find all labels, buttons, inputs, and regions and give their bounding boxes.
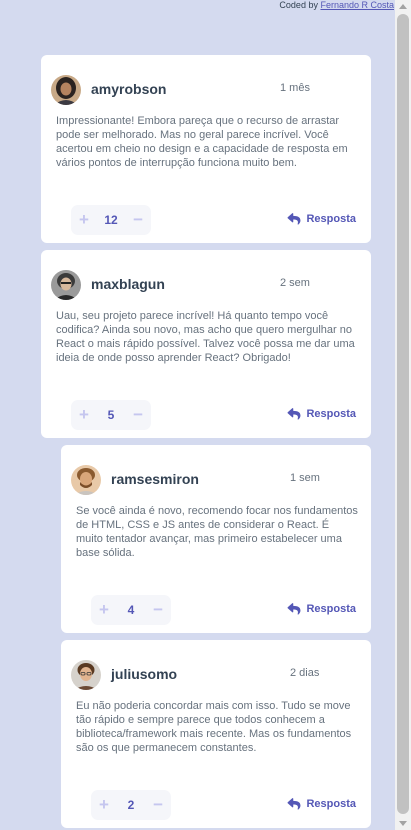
scrollbar-thumb[interactable] [397, 14, 409, 814]
reply-card: ramsesmiron 1 sem Se você ainda é novo, … [61, 445, 371, 633]
timestamp: 1 sem [290, 472, 320, 484]
reply-icon [287, 213, 301, 225]
reply-card: juliusomo 2 dias Eu não poderia concorda… [61, 640, 371, 828]
downvote-button[interactable]: − [133, 205, 143, 235]
timestamp: 2 sem [280, 277, 310, 289]
comment-card: amyrobson 1 mês Impressionante! Embora p… [41, 55, 371, 243]
timestamp: 1 mês [280, 82, 310, 94]
username[interactable]: juliusomo [111, 666, 177, 682]
avatar-maxblagun-icon[interactable] [51, 270, 81, 300]
downvote-button[interactable]: − [133, 400, 143, 430]
scroll-up-arrow-icon[interactable] [399, 4, 407, 9]
reply-label: Resposta [306, 408, 356, 420]
author-link[interactable]: Fernando R Costa [320, 0, 394, 10]
reply-label: Resposta [306, 603, 356, 615]
comment-text: Se você ainda é novo, recomendo focar no… [76, 505, 358, 559]
reply-label: Resposta [306, 213, 356, 225]
username[interactable]: maxblagun [91, 276, 165, 292]
comments-page: Coded by Fernando R Costa amyrobson 1 mê… [0, 0, 395, 830]
comment-text: Impressionante! Embora pareça que o recu… [56, 115, 348, 169]
reply-button[interactable]: Resposta [287, 603, 356, 615]
vote-counter: + 2 − [91, 790, 171, 820]
reply-button[interactable]: Resposta [287, 798, 356, 810]
vertical-scrollbar[interactable] [395, 0, 411, 830]
reply-button[interactable]: Resposta [287, 213, 356, 225]
attribution: Coded by Fernando R Costa [279, 0, 394, 10]
reply-icon [287, 798, 301, 810]
avatar-ramsesmiron-icon[interactable] [71, 465, 101, 495]
downvote-button[interactable]: − [153, 790, 163, 820]
username[interactable]: ramsesmiron [111, 471, 199, 487]
attribution-prefix: Coded by [279, 0, 321, 10]
timestamp: 2 dias [290, 667, 320, 679]
username[interactable]: amyrobson [91, 81, 166, 97]
comment-text: Uau, seu projeto parece incrível! Há qua… [56, 310, 355, 364]
vote-counter: + 12 − [71, 205, 151, 235]
reply-label: Resposta [306, 798, 356, 810]
reply-icon [287, 408, 301, 420]
downvote-button[interactable]: − [153, 595, 163, 625]
reply-button[interactable]: Resposta [287, 408, 356, 420]
vote-counter: + 4 − [91, 595, 171, 625]
avatar-juliusomo-icon[interactable] [71, 660, 101, 690]
comment-card: maxblagun 2 sem Uau, seu projeto parece … [41, 250, 371, 438]
vote-counter: + 5 − [71, 400, 151, 430]
avatar-amyrobson-icon[interactable] [51, 75, 81, 105]
comment-text: Eu não poderia concordar mais com isso. … [76, 700, 352, 754]
reply-icon [287, 603, 301, 615]
scroll-down-arrow-icon[interactable] [399, 821, 407, 826]
